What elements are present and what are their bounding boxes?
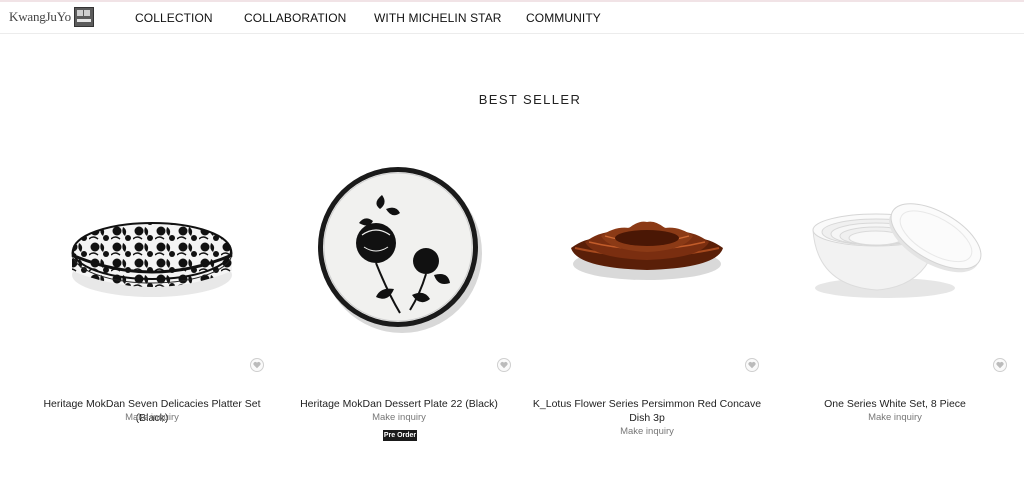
- make-inquiry-link[interactable]: Make inquiry: [523, 426, 771, 437]
- lotus-stacked-dishes-image: [571, 221, 723, 280]
- product-name[interactable]: K_Lotus Flower Series Persimmon Red Conc…: [523, 397, 771, 425]
- wishlist-heart-icon[interactable]: [993, 358, 1007, 372]
- nav-collaboration[interactable]: COLLABORATION: [244, 11, 346, 25]
- product-image[interactable]: [523, 130, 771, 365]
- product-image[interactable]: [275, 130, 523, 365]
- wishlist-heart-icon[interactable]: [250, 358, 264, 372]
- product-card[interactable]: K_Lotus Flower Series Persimmon Red Conc…: [523, 130, 771, 460]
- product-card[interactable]: Heritage MokDan Seven Delicacies Platter…: [28, 130, 276, 460]
- product-image[interactable]: [28, 130, 276, 365]
- black-peony-round-box-image: [71, 221, 233, 297]
- product-name[interactable]: One Series White Set, 8 Piece: [771, 397, 1019, 411]
- product-card[interactable]: One Series White Set, 8 Piece Make inqui…: [771, 130, 1019, 460]
- brand-logo[interactable]: KwangJuYo: [9, 7, 94, 27]
- pre-order-badge: Pre Order: [383, 430, 417, 441]
- logo-text: KwangJuYo: [9, 9, 71, 24]
- nav-with-michelin-star[interactable]: WITH MICHELIN STAR: [374, 11, 502, 25]
- section-title: BEST SELLER: [478, 92, 582, 107]
- make-inquiry-link[interactable]: Make inquiry: [275, 412, 523, 423]
- logo-seal-icon: [73, 7, 94, 27]
- white-nesting-bowls-image: [812, 202, 982, 298]
- nav-community[interactable]: COMMUNITY: [526, 11, 601, 25]
- make-inquiry-link[interactable]: Make inquiry: [28, 412, 276, 423]
- nav-collection[interactable]: COLLECTION: [135, 11, 213, 25]
- wishlist-heart-icon[interactable]: [497, 358, 511, 372]
- make-inquiry-link[interactable]: Make inquiry: [771, 412, 1019, 423]
- product-image[interactable]: [771, 130, 1019, 365]
- product-card[interactable]: Heritage MokDan Dessert Plate 22 (Black)…: [275, 130, 523, 460]
- wishlist-heart-icon[interactable]: [745, 358, 759, 372]
- black-peony-plate-image: [318, 166, 482, 333]
- product-name[interactable]: Heritage MokDan Dessert Plate 22 (Black): [275, 397, 523, 411]
- site-header: KwangJuYo COLLECTION COLLABORATION WITH …: [0, 2, 1024, 34]
